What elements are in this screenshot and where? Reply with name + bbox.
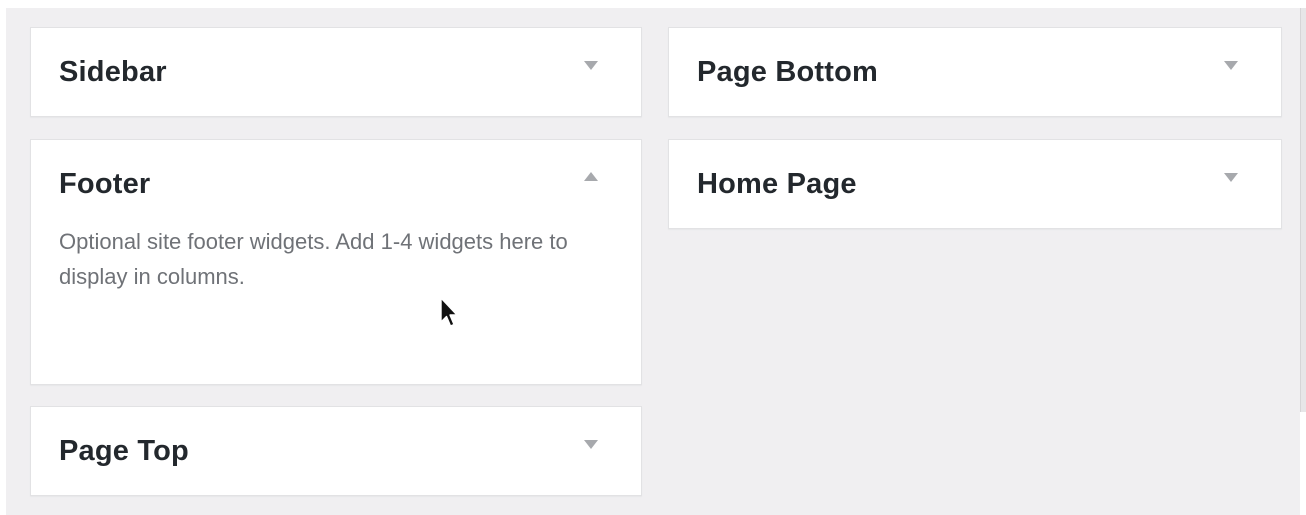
widget-area-title: Page Top <box>59 435 189 467</box>
caret-up-icon[interactable] <box>581 170 601 184</box>
scrollbar[interactable] <box>1300 8 1306 412</box>
caret-down-icon[interactable] <box>1221 58 1241 72</box>
widget-area-footer[interactable]: Footer Optional site footer widgets. Add… <box>30 139 642 385</box>
widget-area-page-bottom[interactable]: Page Bottom <box>668 27 1282 117</box>
caret-down-icon[interactable] <box>581 437 601 451</box>
widget-area-title: Sidebar <box>59 56 167 88</box>
widget-area-title: Home Page <box>697 168 857 200</box>
widget-area-title: Page Bottom <box>697 56 879 88</box>
widget-area-sidebar[interactable]: Sidebar <box>30 27 642 117</box>
widget-area-description: Optional site footer widgets. Add 1-4 wi… <box>59 229 568 289</box>
caret-down-icon[interactable] <box>581 58 601 72</box>
caret-down-icon[interactable] <box>1221 170 1241 184</box>
widget-area-home-page[interactable]: Home Page <box>668 139 1282 229</box>
widget-area-title: Footer <box>59 168 151 200</box>
widget-area-page-top[interactable]: Page Top <box>30 406 642 496</box>
